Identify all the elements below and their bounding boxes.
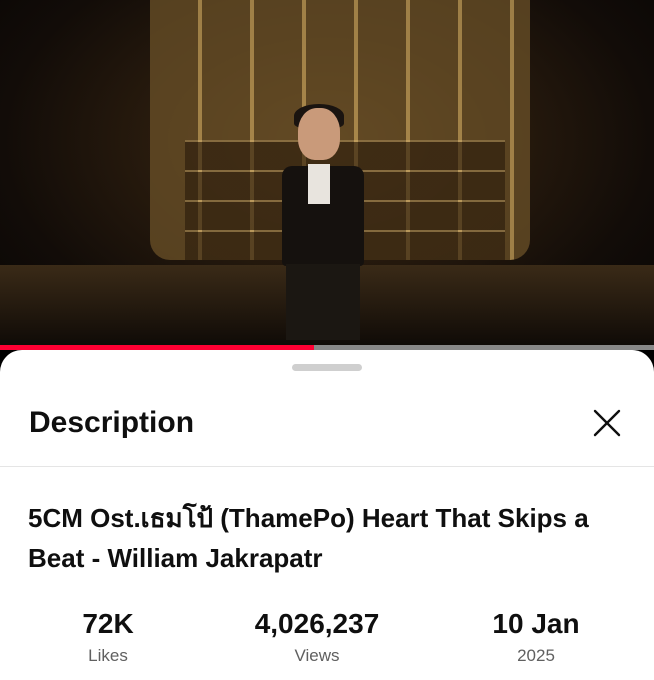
likes-label: Likes xyxy=(88,646,128,665)
views-count: 4,026,237 xyxy=(254,608,380,639)
divider xyxy=(0,466,654,467)
publish-year: 2025 xyxy=(517,646,555,665)
close-icon[interactable] xyxy=(590,406,624,440)
publish-date: 10 Jan xyxy=(492,608,580,639)
views-label: Views xyxy=(294,646,340,665)
date-stat: 10 Jan 2025 xyxy=(466,608,606,666)
video-title: 5CM Ost.เธมโป้ (ThamePo) Heart That Skip… xyxy=(28,503,589,573)
stats-row: 72K Likes 4,026,237 Views 10 Jan 2025 xyxy=(0,608,654,668)
likes-stat: 72K Likes xyxy=(58,608,158,666)
video-performer xyxy=(268,104,378,340)
views-stat: 4,026,237 Views xyxy=(232,608,402,666)
description-sheet: Description 5CM Ost.เธมโป้ (ThamePo) Hea… xyxy=(0,350,654,680)
video-player[interactable] xyxy=(0,0,654,350)
sheet-title: Description xyxy=(29,406,195,439)
likes-count: 72K xyxy=(82,608,134,639)
drag-handle[interactable] xyxy=(292,364,362,371)
